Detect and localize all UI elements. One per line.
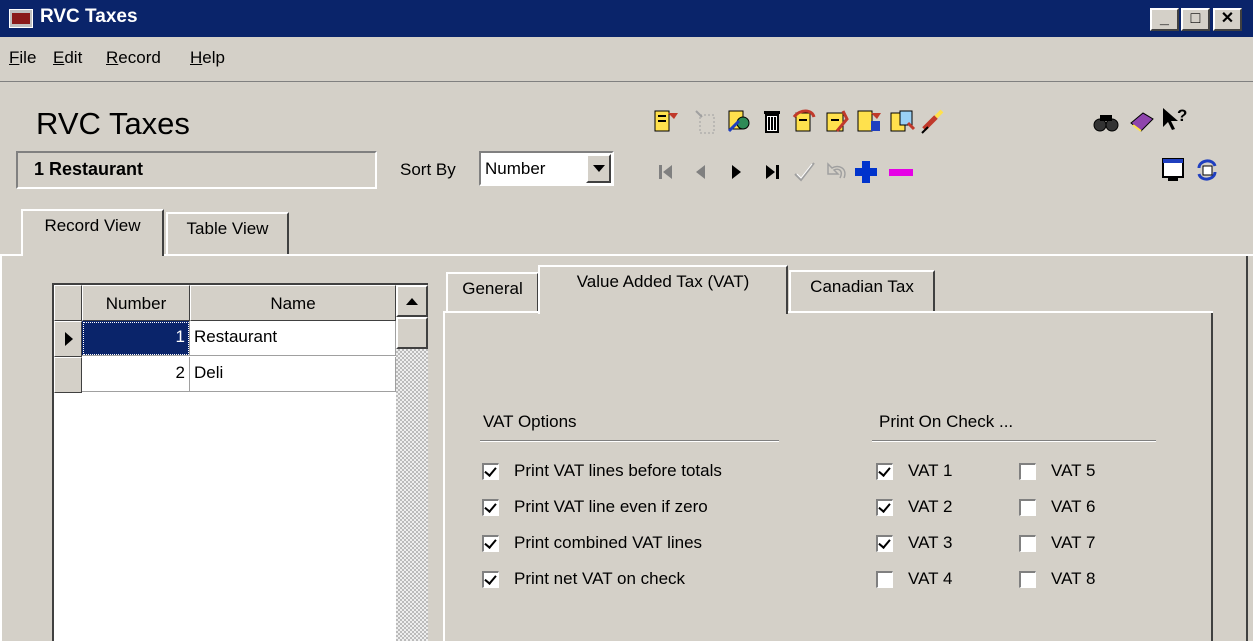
menu-bar: File Edit Record Help <box>0 37 1253 82</box>
row-selector[interactable] <box>54 321 82 357</box>
scroll-up-button[interactable] <box>396 285 428 317</box>
tab-panel-top-right <box>788 311 1213 313</box>
svg-text:?: ? <box>1177 106 1187 125</box>
vat-7-label: VAT 7 <box>1051 533 1096 552</box>
tab-value-added-tax[interactable]: Value Added Tax (VAT) <box>538 265 788 314</box>
vat-8-checkbox[interactable] <box>1019 571 1036 588</box>
vat-3-label: VAT 3 <box>908 533 953 552</box>
tab-general[interactable]: General <box>446 272 539 312</box>
previous-record-icon[interactable] <box>687 158 715 186</box>
tab-canadian-tax[interactable]: Canadian Tax <box>789 270 935 312</box>
vat-5-checkbox[interactable] <box>1019 463 1036 480</box>
row-selector[interactable] <box>54 357 82 393</box>
tab-table-view[interactable]: Table View <box>166 212 289 254</box>
menu-file[interactable]: File <box>9 48 36 68</box>
clear-icon[interactable] <box>920 107 948 135</box>
panel-right-edge <box>1246 256 1248 641</box>
vat-line-even-if-zero-checkbox[interactable] <box>482 499 499 516</box>
book-icon[interactable] <box>1127 107 1155 135</box>
table-row-name[interactable]: Restaurant <box>190 321 396 356</box>
vat-option-label: Print VAT line even if zero <box>514 497 708 516</box>
menu-help[interactable]: Help <box>190 48 225 68</box>
current-record-field: 1 Restaurant <box>16 151 377 189</box>
column-header-name[interactable]: Name <box>190 285 396 321</box>
print-on-check-title: Print On Check ... <box>879 412 1014 431</box>
add-icon[interactable] <box>852 158 880 186</box>
print-on-check-divider <box>872 440 1156 442</box>
vat-lines-before-totals-checkbox[interactable] <box>482 463 499 480</box>
vat-options-title: VAT Options <box>483 412 577 431</box>
edit-record-icon[interactable] <box>725 107 753 135</box>
confirm-icon <box>794 162 815 182</box>
title-bar: RVC Taxes _ □ ✕ <box>0 0 1253 37</box>
sort-by-value: Number <box>485 159 546 178</box>
vat-4-label: VAT 4 <box>908 569 953 588</box>
combined-vat-lines-checkbox[interactable] <box>482 535 499 552</box>
window-icon[interactable] <box>1160 156 1188 184</box>
vat-2-label: VAT 2 <box>908 497 953 516</box>
table-row-name[interactable]: Deli <box>190 357 396 392</box>
export-icon[interactable] <box>888 107 916 135</box>
column-header-number[interactable]: Number <box>82 285 190 321</box>
vat-3-checkbox[interactable] <box>876 535 893 552</box>
vat-8-label: VAT 8 <box>1051 569 1096 588</box>
grid-corner <box>54 285 82 321</box>
sort-by-select[interactable]: Number <box>479 151 614 186</box>
sort-by-label: Sort By <box>400 160 456 179</box>
new-record-disabled-icon <box>695 110 715 134</box>
vat-7-checkbox[interactable] <box>1019 535 1036 552</box>
remove-icon[interactable] <box>887 158 915 186</box>
vat-6-checkbox[interactable] <box>1019 499 1036 516</box>
vat-4-checkbox[interactable] <box>876 571 893 588</box>
menu-record[interactable]: Record <box>106 48 161 68</box>
last-record-icon[interactable] <box>758 158 786 186</box>
first-record-icon[interactable] <box>652 158 680 186</box>
net-vat-on-check-checkbox[interactable] <box>482 571 499 588</box>
current-row-arrow-icon <box>65 332 73 346</box>
scroll-thumb[interactable] <box>396 317 428 349</box>
menu-edit[interactable]: Edit <box>53 48 82 68</box>
tab-panel-top-left <box>443 311 538 313</box>
paste-icon[interactable] <box>823 107 851 135</box>
table-row-number[interactable]: 1 <box>82 321 190 356</box>
undo-icon <box>827 162 846 179</box>
find-icon[interactable] <box>1092 107 1120 135</box>
vat-6-label: VAT 6 <box>1051 497 1096 516</box>
tab-strip-line <box>0 254 1253 256</box>
vat-1-label: VAT 1 <box>908 461 953 480</box>
delete-icon[interactable] <box>758 107 786 135</box>
vat-2-checkbox[interactable] <box>876 499 893 516</box>
refresh-icon[interactable] <box>1193 156 1221 184</box>
save-icon[interactable] <box>855 107 883 135</box>
arrow-up-icon <box>406 298 418 305</box>
panel-left-edge <box>0 256 2 641</box>
copy-icon[interactable] <box>790 107 818 135</box>
table-row-number[interactable]: 2 <box>82 357 190 392</box>
maximize-button[interactable]: □ <box>1181 8 1210 31</box>
vat-5-label: VAT 5 <box>1051 461 1096 480</box>
vat-option-label: Print VAT lines before totals <box>514 461 722 480</box>
help-pointer-icon[interactable]: ? <box>1160 105 1188 133</box>
minimize-button[interactable]: _ <box>1150 8 1179 31</box>
vat-option-label: Print net VAT on check <box>514 569 686 588</box>
new-record-icon[interactable] <box>652 107 680 135</box>
app-icon <box>9 9 33 28</box>
records-grid: Number Name 1 Restaurant 2 Deli <box>52 283 428 641</box>
vat-option-label: Print combined VAT lines <box>514 533 703 552</box>
vat-1-checkbox[interactable] <box>876 463 893 480</box>
window-title: RVC Taxes <box>40 6 138 27</box>
next-record-icon[interactable] <box>722 158 750 186</box>
close-button[interactable]: ✕ <box>1213 8 1242 31</box>
tab-record-view[interactable]: Record View <box>21 209 164 256</box>
vat-options-divider <box>480 440 779 442</box>
page-title: RVC Taxes <box>36 106 190 141</box>
chevron-down-icon[interactable] <box>586 154 611 183</box>
